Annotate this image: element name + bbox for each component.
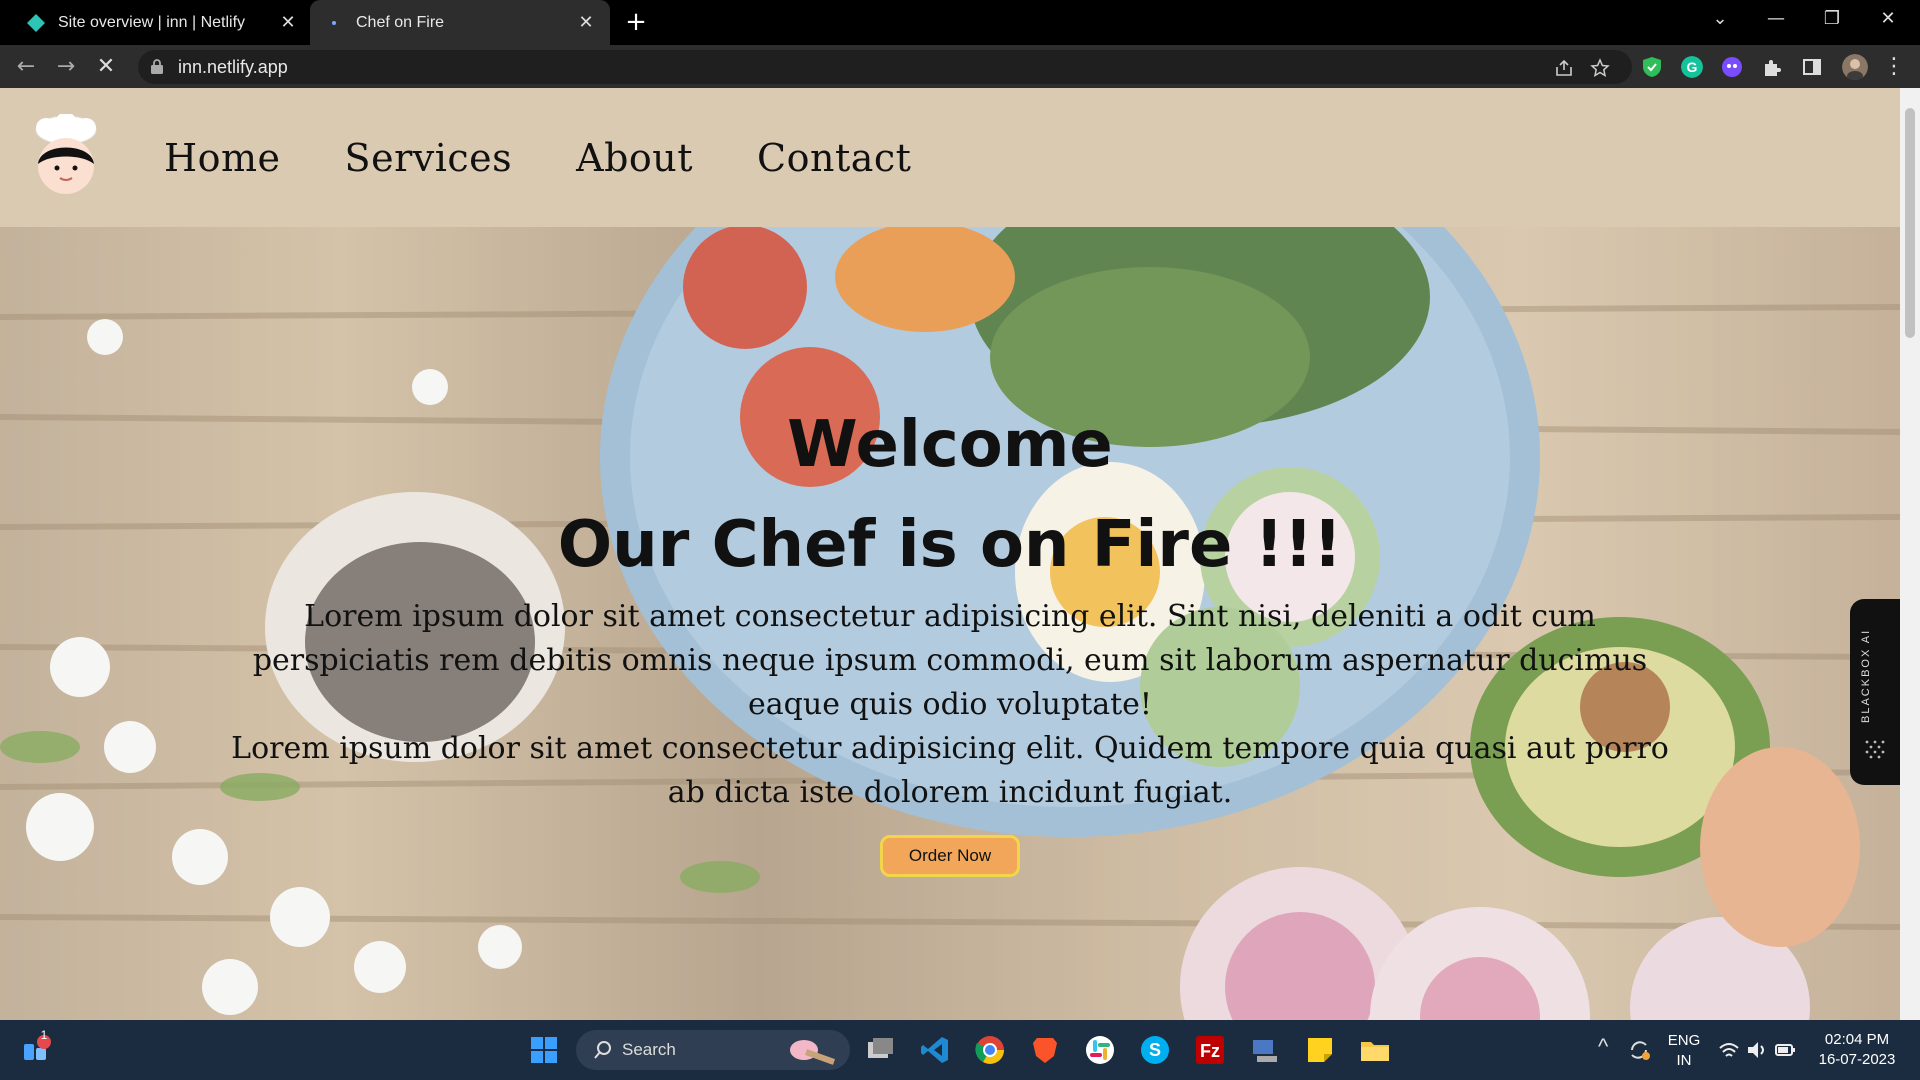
notification-badge: 1 (40, 1028, 48, 1042)
chef-logo[interactable] (30, 114, 102, 200)
nav-contact[interactable]: Contact (757, 136, 911, 180)
tab-netlify[interactable]: Site overview | inn | Netlify ✕ (12, 0, 312, 45)
hero-section: Welcome Our Chef is on Fire !!! Lorem ip… (0, 227, 1900, 1020)
scrollbar-thumb[interactable] (1905, 108, 1915, 338)
brave-icon[interactable] (1029, 1034, 1061, 1066)
tab-close-icon[interactable]: ✕ (576, 12, 596, 33)
tab-title: Chef on Fire (356, 13, 445, 31)
hero-paragraph-1: Lorem ipsum dolor sit amet consectetur a… (252, 599, 1648, 722)
order-now-button[interactable]: Order Now (879, 835, 1021, 877)
grammarly-extension-icon[interactable]: G (1681, 56, 1703, 78)
search-label: Search (622, 1040, 676, 1059)
tab-search-icon[interactable]: ⌄ (1692, 0, 1748, 40)
restore-button[interactable]: ❐ (1804, 0, 1860, 40)
url-text: inn.netlify.app (178, 57, 288, 77)
forward-button[interactable]: → (50, 51, 82, 83)
netlify-icon (27, 13, 45, 32)
search-icon (594, 1041, 611, 1059)
svg-text:Fz: Fz (1200, 1041, 1220, 1061)
new-tab-button[interactable]: + (622, 8, 650, 36)
minimize-button[interactable]: — (1748, 0, 1804, 40)
stop-loading-button[interactable]: ✕ (90, 51, 122, 83)
browser-toolbar: ← → ✕ inn.netlify.app G ⋮ (0, 45, 1920, 88)
side-panel-icon[interactable] (1801, 56, 1823, 78)
file-explorer-icon[interactable] (1359, 1034, 1391, 1066)
profile-avatar[interactable] (1842, 54, 1868, 80)
nav-services[interactable]: Services (345, 136, 513, 180)
sync-status-icon[interactable] (1626, 1034, 1652, 1066)
windows-taskbar: 1 Search S Fz ^ ENG IN 02:04 PM 16-07-20… (0, 1020, 1920, 1080)
browser-menu-icon[interactable]: ⋮ (1878, 51, 1910, 83)
region-indicator: IN (1676, 1052, 1692, 1069)
svg-text:S: S (1149, 1040, 1161, 1060)
blackbox-dots-icon (1865, 740, 1885, 759)
shield-extension-icon[interactable] (1641, 56, 1663, 78)
clock-time[interactable]: 02:04 PM (1812, 1031, 1902, 1048)
sticky-notes-icon[interactable] (1304, 1034, 1336, 1066)
skype-icon[interactable]: S (1139, 1034, 1171, 1066)
loading-icon (332, 20, 336, 25)
taskbar-search[interactable]: Search (576, 1030, 850, 1070)
clock-date: 16-07-2023 (1818, 1051, 1896, 1068)
lock-icon (151, 59, 163, 74)
volume-icon[interactable] (1746, 1034, 1768, 1066)
slack-icon[interactable] (1084, 1034, 1116, 1066)
hero-title-welcome: Welcome (787, 408, 1113, 482)
extensions-puzzle-icon[interactable] (1761, 56, 1783, 78)
task-view-icon[interactable] (864, 1034, 896, 1066)
svg-text:G: G (1687, 59, 1698, 75)
site-header: Home Services About Contact (0, 88, 1900, 227)
nav-home[interactable]: Home (164, 136, 281, 180)
windows-start-icon[interactable] (528, 1034, 560, 1066)
tab-chef-on-fire[interactable]: Chef on Fire ✕ (310, 0, 610, 45)
address-bar[interactable]: inn.netlify.app (138, 50, 1632, 84)
chrome-icon[interactable] (974, 1034, 1006, 1066)
bookmark-star-icon[interactable] (1590, 58, 1610, 78)
wifi-icon[interactable] (1718, 1034, 1740, 1066)
nav-about[interactable]: About (576, 136, 693, 180)
ai-extension-icon[interactable] (1721, 56, 1743, 78)
blackbox-ai-widget[interactable]: BLACKBOX AI (1850, 599, 1900, 785)
tab-title: Site overview | inn | Netlify (58, 13, 246, 31)
back-button[interactable]: ← (10, 51, 42, 83)
show-hidden-icons-icon[interactable]: ^ (1598, 1034, 1608, 1060)
language-indicator[interactable]: ENG (1666, 1032, 1702, 1049)
remote-desktop-icon[interactable] (1249, 1034, 1281, 1066)
vscode-icon[interactable] (919, 1034, 951, 1066)
web-page: Home Services About Contact Welcome Our … (0, 88, 1900, 1020)
hero-title-tagline: Our Chef is on Fire !!! (557, 508, 1343, 582)
main-nav: Home Services About Contact (164, 136, 911, 180)
page-scrollbar[interactable] (1900, 88, 1920, 1020)
share-icon[interactable] (1554, 58, 1574, 78)
close-window-button[interactable]: ✕ (1860, 0, 1916, 40)
tab-close-icon[interactable]: ✕ (278, 12, 298, 33)
filezilla-icon[interactable]: Fz (1194, 1034, 1226, 1066)
hero-content: Welcome Our Chef is on Fire !!! Lorem ip… (0, 395, 1900, 877)
battery-icon[interactable] (1774, 1034, 1796, 1066)
search-highlight-icon (790, 1040, 836, 1065)
blackbox-ai-label: BLACKBOX AI (1860, 628, 1872, 723)
hero-paragraph-2: Lorem ipsum dolor sit amet consectetur a… (231, 731, 1669, 810)
browser-tab-strip: Site overview | inn | Netlify ✕ Chef on … (0, 0, 1920, 45)
